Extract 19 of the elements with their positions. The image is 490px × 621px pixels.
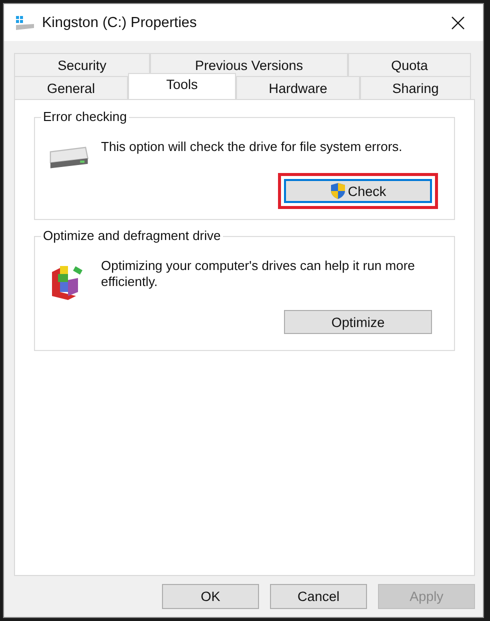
- close-icon: [451, 16, 465, 30]
- tab[interactable]: Hardware: [236, 76, 360, 99]
- tab[interactable]: Security: [14, 53, 150, 76]
- window-title: Kingston (C:) Properties: [42, 14, 198, 30]
- tab[interactable]: Sharing: [360, 76, 471, 99]
- group-title: Error checking: [41, 109, 129, 124]
- tab[interactable]: Quota: [348, 53, 471, 76]
- drive-icon: [15, 14, 35, 30]
- action-button[interactable]: Check: [284, 179, 432, 204]
- shield-icon: [330, 182, 346, 200]
- description-text: This option will check the drive for file system errors.: [101, 139, 404, 155]
- dialog-button[interactable]: Cancel: [270, 584, 367, 609]
- group-title: Optimize and defragment drive: [41, 228, 223, 244]
- dialog-button[interactable]: OK: [162, 584, 259, 609]
- action-button[interactable]: Optimize: [284, 310, 432, 334]
- tab[interactable]: Previous Versions: [150, 53, 348, 76]
- description-text: Optimizing your computer's drives can help it run more efficiently.: [101, 258, 416, 290]
- tab[interactable]: General: [14, 76, 128, 99]
- tab[interactable]: Tools: [128, 73, 236, 99]
